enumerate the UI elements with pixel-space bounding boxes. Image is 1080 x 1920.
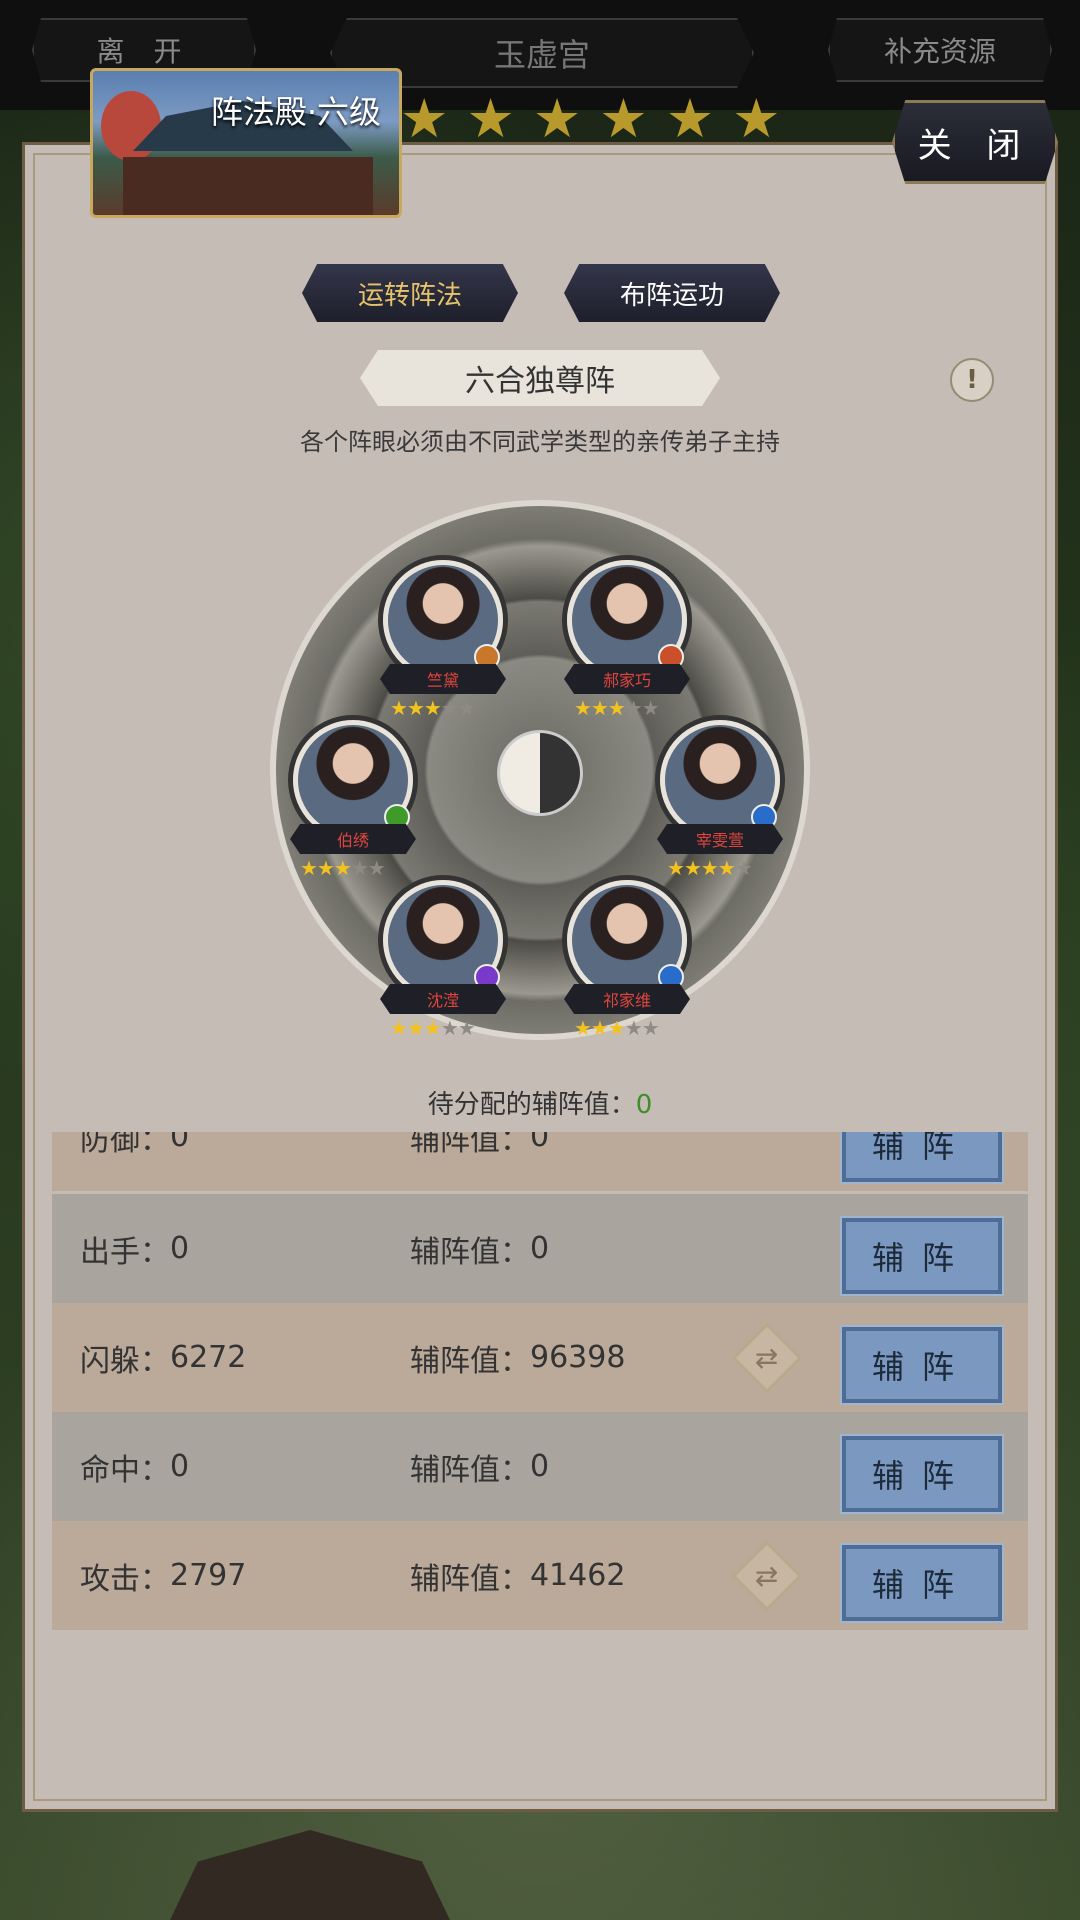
formation-description: 各个阵眼必须由不同武学类型的亲传弟子主持 <box>300 428 780 456</box>
star-icon: ★ <box>607 1016 626 1040</box>
star-icon: ★ <box>717 856 736 880</box>
assist-value: 辅阵值： 0 <box>410 1132 550 1158</box>
attribute-stat: 出手： 0 <box>80 1231 190 1270</box>
star-icon: ★ <box>316 856 335 880</box>
star-icon: ★ <box>599 87 648 150</box>
star-icon: ★ <box>734 856 753 880</box>
star-icon: ★ <box>700 856 719 880</box>
star-icon: ★ <box>400 87 449 150</box>
tab-run-formation[interactable]: 运转阵法 <box>302 264 518 322</box>
temple-base-image <box>123 157 373 215</box>
disciple-name: 祁家维 <box>564 984 690 1014</box>
disciple-slot[interactable]: 竺黛 ★★★★★ <box>378 560 508 730</box>
building-card: 阵法殿·六级 <box>90 68 402 218</box>
star-icon: ★ <box>423 696 442 720</box>
attribute-list: 防御： 0 辅阵值： 0 辅阵 出手： 0 辅阵值： 0 辅阵 闪躲： 6272 辅阵值： 96398 ⇄ 辅… <box>52 1132 1028 1632</box>
star-icon: ★ <box>590 696 609 720</box>
star-icon: ★ <box>683 856 702 880</box>
star-icon: ★ <box>457 1016 476 1040</box>
pending-assist-value: 待分配的辅阵值：0 <box>0 1084 1080 1121</box>
star-icon: ★ <box>300 856 318 880</box>
supply-resources-button[interactable]: 补充资源 <box>828 18 1052 82</box>
star-icon: ★ <box>390 1016 408 1040</box>
disciple-stars: ★★★★★ <box>390 1016 476 1040</box>
star-icon: ★ <box>624 696 643 720</box>
star-icon: ★ <box>590 1016 609 1040</box>
star-icon: ★ <box>732 87 781 150</box>
assist-button[interactable]: 辅阵 <box>840 1216 1004 1296</box>
disciple-slot[interactable]: 郝家巧 ★★★★★ <box>562 560 692 730</box>
disciple-slot[interactable]: 沈滢 ★★★★★ <box>378 880 508 1050</box>
disciple-stars: ★★★★★ <box>300 856 386 880</box>
attribute-stat: 闪躲： 6272 <box>80 1340 247 1379</box>
star-icon: ★ <box>457 696 476 720</box>
attribute-row: 出手： 0 辅阵值： 0 辅阵 <box>52 1194 1028 1303</box>
star-icon: ★ <box>440 1016 459 1040</box>
yin-yang-icon <box>497 730 583 816</box>
star-icon: ★ <box>641 696 660 720</box>
attribute-row: 闪躲： 6272 辅阵值： 96398 ⇄ 辅阵 <box>52 1303 1028 1412</box>
assist-value: 辅阵值： 96398 <box>410 1340 626 1379</box>
pending-label: 待分配的辅阵值： <box>427 1090 636 1120</box>
star-icon: ★ <box>641 1016 660 1040</box>
attribute-row: 防御： 0 辅阵值： 0 辅阵 <box>52 1132 1028 1191</box>
close-button[interactable]: 关 闭 <box>892 100 1058 184</box>
star-icon: ★ <box>665 87 715 150</box>
disciple-stars: ★★★★★ <box>390 696 476 720</box>
assist-button[interactable]: 辅阵 <box>840 1434 1004 1514</box>
disciple-name: 竺黛 <box>380 664 506 694</box>
attribute-row: 攻击： 2797 辅阵值： 41462 ⇄ 辅阵 <box>52 1521 1028 1630</box>
star-icon: ★ <box>333 856 352 880</box>
star-icon: ★ <box>667 856 685 880</box>
assist-value: 辅阵值： 41462 <box>410 1558 626 1597</box>
attribute-stat: 攻击： 2797 <box>80 1558 247 1597</box>
disciple-slot[interactable]: 祁家维 ★★★★★ <box>562 880 692 1050</box>
star-icon: ★ <box>532 87 582 150</box>
swap-arrows-icon[interactable]: ⇄ <box>731 1540 803 1612</box>
level-stars: ★ ★ ★ ★ ★ ★ <box>400 92 781 146</box>
disciple-name: 宰雯萱 <box>657 824 783 854</box>
star-icon: ★ <box>607 696 626 720</box>
assist-value: 辅阵值： 0 <box>410 1231 550 1270</box>
star-icon: ★ <box>367 856 386 880</box>
pending-number: 0 <box>635 1090 653 1120</box>
star-icon: ★ <box>406 696 425 720</box>
assist-button[interactable]: 辅阵 <box>840 1132 1004 1184</box>
disciple-slot[interactable]: 宰雯萱 ★★★★★ <box>655 720 785 890</box>
assist-button[interactable]: 辅阵 <box>840 1543 1004 1623</box>
disciple-name: 伯绣 <box>290 824 416 854</box>
attribute-row: 命中： 0 辅阵值： 0 辅阵 <box>52 1412 1028 1521</box>
attribute-stat: 命中： 0 <box>80 1449 190 1488</box>
swap-arrows-icon[interactable]: ⇄ <box>731 1322 803 1394</box>
disciple-slot[interactable]: 伯绣 ★★★★★ <box>288 720 418 890</box>
disciple-name: 郝家巧 <box>564 664 690 694</box>
star-icon: ★ <box>423 1016 442 1040</box>
disciple-stars: ★★★★★ <box>667 856 753 880</box>
star-icon: ★ <box>574 1016 592 1040</box>
exclamation-icon[interactable]: ! <box>950 358 994 402</box>
star-icon: ★ <box>350 856 369 880</box>
star-icon: ★ <box>574 696 592 720</box>
attribute-stat: 防御： 0 <box>80 1132 190 1158</box>
tab-arrange-formation[interactable]: 布阵运功 <box>564 264 780 322</box>
star-icon: ★ <box>466 87 515 150</box>
building-title: 阵法殿·六级 <box>210 93 381 131</box>
star-icon: ★ <box>390 696 408 720</box>
disciple-stars: ★★★★★ <box>574 696 660 720</box>
disciple-stars: ★★★★★ <box>574 1016 660 1040</box>
star-icon: ★ <box>440 696 459 720</box>
star-icon: ★ <box>406 1016 425 1040</box>
star-icon: ★ <box>624 1016 643 1040</box>
formation-name: 六合独尊阵 <box>360 350 720 406</box>
assist-button[interactable]: 辅阵 <box>840 1325 1004 1405</box>
disciple-name: 沈滢 <box>380 984 506 1014</box>
assist-value: 辅阵值： 0 <box>410 1449 550 1488</box>
